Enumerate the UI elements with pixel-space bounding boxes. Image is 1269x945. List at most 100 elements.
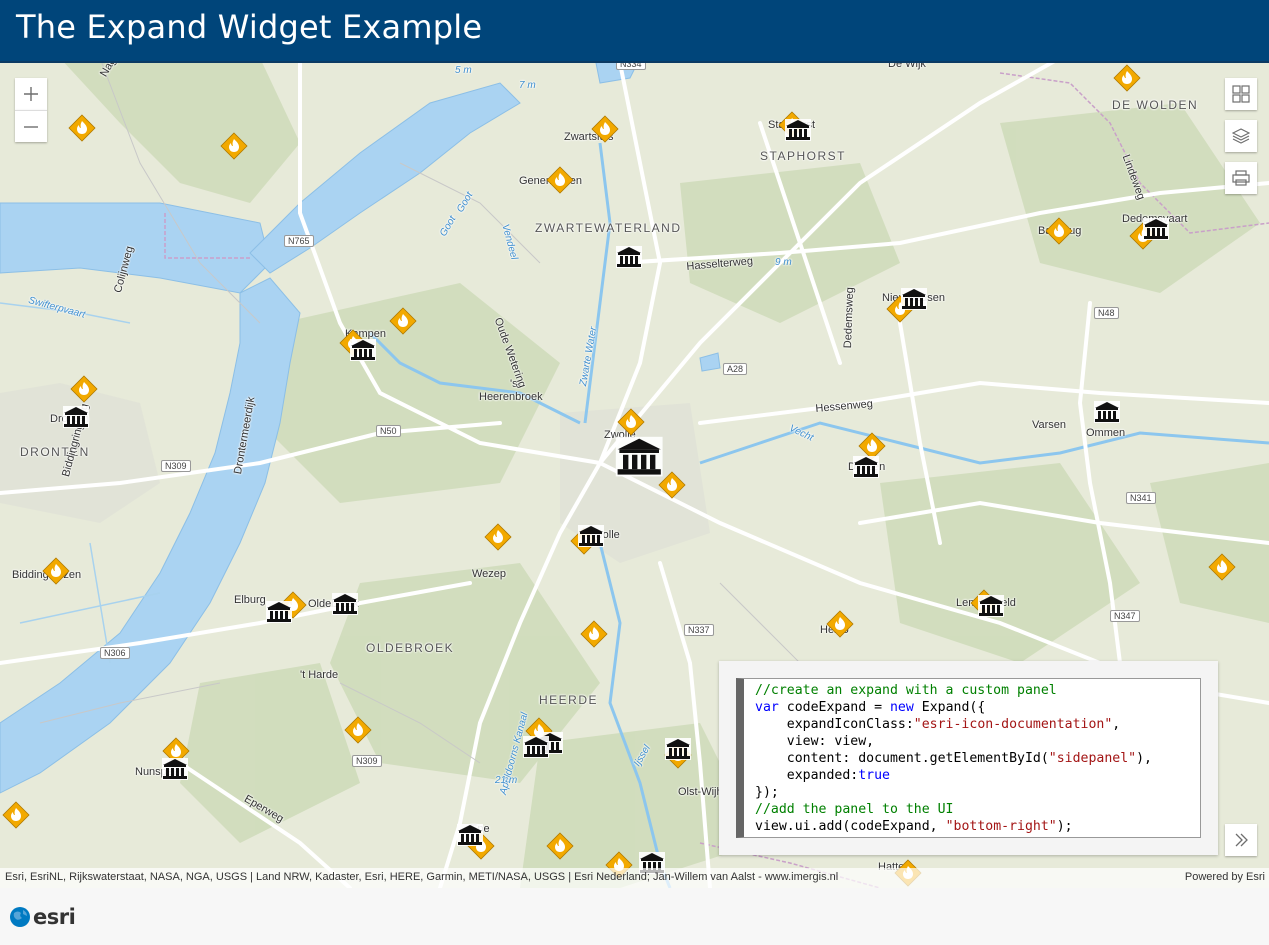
- museum-marker-icon[interactable]: [664, 737, 692, 761]
- fire-marker-icon[interactable]: [546, 166, 574, 194]
- fire-marker-icon[interactable]: [70, 375, 98, 403]
- page-title: The Expand Widget Example: [16, 8, 483, 46]
- code-token: view.ui.add(codeExpand,: [755, 819, 946, 834]
- code-token: //create an expand with a custom panel: [755, 683, 1057, 698]
- layers-icon: [1232, 128, 1250, 144]
- fire-marker-icon[interactable]: [1208, 553, 1236, 581]
- fire-marker-icon[interactable]: [484, 523, 512, 551]
- powered-by-link[interactable]: Powered by Esri: [1185, 871, 1265, 883]
- museum-marker-icon[interactable]: [62, 405, 90, 429]
- museum-marker-icon[interactable]: [161, 757, 189, 781]
- code-token: var: [755, 700, 779, 715]
- fire-marker-icon[interactable]: [42, 557, 70, 585]
- zoom-in-button[interactable]: [15, 78, 47, 110]
- code-token: ,: [1112, 717, 1121, 732]
- fire-marker-icon[interactable]: [344, 716, 372, 744]
- map-label: 't Harde: [300, 669, 339, 681]
- code-token: view: view,: [755, 734, 875, 749]
- museum-marker-icon[interactable]: [900, 287, 928, 311]
- code-token: );: [1056, 819, 1073, 834]
- layer-list-button[interactable]: [1225, 120, 1257, 152]
- code-token: });: [755, 785, 779, 800]
- museum-marker-icon[interactable]: [331, 592, 359, 616]
- fire-marker-icon[interactable]: [826, 610, 854, 638]
- museum-marker-icon[interactable]: [577, 524, 605, 548]
- code-line: expandIconClass:"esri-icon-documentation…: [755, 716, 1200, 733]
- attribution-text: Esri, EsriNL, Rijkswaterstaat, NASA, NGA…: [5, 871, 839, 883]
- museum-marker-icon[interactable]: [456, 823, 484, 847]
- globe-icon: [10, 907, 30, 927]
- map-label: DE WOLDEN: [1112, 98, 1199, 112]
- fire-marker-icon[interactable]: [220, 132, 248, 160]
- museum-marker-icon[interactable]: [614, 435, 664, 478]
- road-shield: N309: [352, 755, 382, 767]
- map-label: OLDEBROEK: [366, 641, 455, 655]
- fire-marker-icon[interactable]: [389, 307, 417, 335]
- road-shield: A28: [723, 363, 748, 375]
- fire-marker-icon[interactable]: [2, 801, 30, 829]
- map-label: Dedemsweg: [842, 286, 857, 349]
- road-shield: N337: [684, 624, 714, 636]
- fire-marker-icon[interactable]: [591, 115, 619, 143]
- road-shield: N341: [1126, 492, 1156, 504]
- print-icon: [1232, 170, 1250, 186]
- road-shield: N765: [284, 235, 314, 247]
- code-token: "bottom-right": [945, 819, 1057, 834]
- esri-logo[interactable]: esri: [9, 905, 76, 929]
- museum-marker-icon[interactable]: [349, 338, 377, 362]
- app-footer: esri: [0, 888, 1269, 945]
- code-line: content: document.getElementById("sidepa…: [755, 750, 1200, 767]
- code-token: new: [889, 700, 914, 715]
- code-token: expanded:: [755, 768, 859, 783]
- map-label: Varsen: [1032, 419, 1067, 431]
- code-line: //add the panel to the UI: [755, 801, 1200, 818]
- map-label: Elburg: [234, 594, 266, 606]
- code-line: });: [755, 784, 1200, 801]
- fire-marker-icon[interactable]: [1045, 217, 1073, 245]
- esri-logo-text: esri: [33, 905, 76, 929]
- map-label: HEERDE: [539, 693, 599, 707]
- road-shield: N50: [376, 425, 401, 437]
- road-shield: N306: [100, 647, 130, 659]
- map-label: De Wijk: [888, 63, 926, 70]
- museum-marker-icon[interactable]: [615, 245, 643, 269]
- museum-marker-icon[interactable]: [265, 600, 293, 624]
- road-shield: N334: [616, 63, 646, 70]
- fire-marker-icon[interactable]: [617, 408, 645, 436]
- map-label: 5 m: [455, 65, 472, 76]
- minus-icon: [24, 125, 38, 128]
- museum-marker-icon[interactable]: [852, 455, 880, 479]
- fire-marker-icon[interactable]: [546, 832, 574, 860]
- museum-marker-icon[interactable]: [977, 594, 1005, 618]
- fire-marker-icon[interactable]: [1113, 64, 1141, 92]
- code-token: codeExpand =: [778, 700, 890, 715]
- code-token: //add the panel to the UI: [755, 802, 954, 817]
- basemap-gallery-button[interactable]: [1225, 78, 1257, 110]
- zoom-out-button[interactable]: [15, 110, 47, 142]
- expand-collapse-button[interactable]: [1225, 824, 1257, 856]
- code-line: //create an expand with a custom panel: [755, 682, 1200, 699]
- map-attribution: Esri, EsriNL, Rijkswaterstaat, NASA, NGA…: [0, 868, 1269, 888]
- code-line: expanded:true: [755, 767, 1200, 784]
- code-token: true: [858, 768, 890, 783]
- map-label: ZWARTEWATERLAND: [535, 221, 682, 235]
- map-label: 21 m: [495, 775, 518, 786]
- chevrons-right-icon: [1235, 833, 1248, 847]
- map-label: STAPHORST: [760, 149, 846, 163]
- code-token: expandIconClass:: [755, 717, 914, 732]
- museum-marker-icon[interactable]: [522, 735, 550, 759]
- code-line: view.ui.add(codeExpand, "bottom-right");: [755, 818, 1200, 835]
- plus-icon: [24, 87, 38, 101]
- museum-marker-icon[interactable]: [1142, 217, 1170, 241]
- code-token: ),: [1136, 751, 1152, 766]
- code-line: view: view,: [755, 733, 1200, 750]
- print-button[interactable]: [1225, 162, 1257, 194]
- map-label: 7 m: [519, 80, 536, 91]
- museum-marker-icon[interactable]: [784, 118, 812, 142]
- fire-marker-icon[interactable]: [68, 114, 96, 142]
- code-token: content: document.getElementById(: [755, 751, 1049, 766]
- road-shield: N48: [1094, 307, 1119, 319]
- museum-marker-icon[interactable]: [1093, 400, 1121, 424]
- fire-marker-icon[interactable]: [580, 620, 608, 648]
- map-view[interactable]: NageleEnsZwartsluisGenemuidenStaphorstST…: [0, 63, 1269, 888]
